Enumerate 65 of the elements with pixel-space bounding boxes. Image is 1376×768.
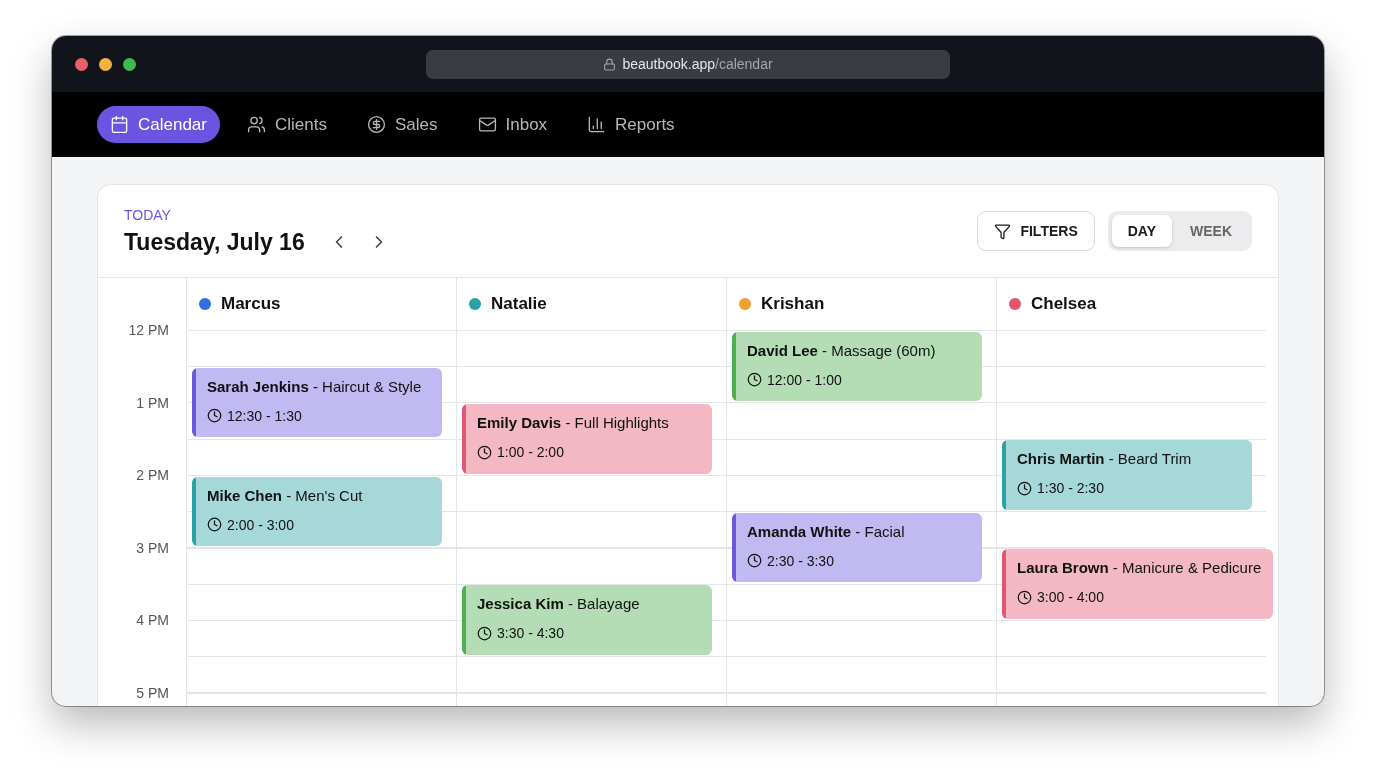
appointment-card[interactable]: David Lee - Massage (60m) 12:00 - 1:00 [732, 331, 982, 401]
clock-icon [207, 408, 222, 424]
hour-label: 5 PM [136, 684, 169, 701]
appointment-title: Emily Davis - Full Highlights [477, 414, 670, 431]
appointment-time: 3:30 - 4:30 [497, 625, 564, 642]
mail-icon [477, 115, 497, 134]
url-path: /calendar [715, 56, 773, 72]
appointment-title: Jessica Kim - Balayage [477, 595, 641, 613]
bar-chart-icon [587, 115, 607, 134]
clock-icon [207, 517, 222, 532]
clock-icon [477, 444, 492, 460]
appointment-time: 3:00 - 4:00 [1037, 589, 1104, 605]
appointment-title: Mike Chen - Men's Cut [207, 486, 364, 504]
dollar-icon [366, 115, 386, 134]
appointment-time: 1:30 - 2:30 [1037, 480, 1104, 497]
close-light[interactable] [75, 57, 88, 71]
appointment-title: Amanda White - Facial [747, 522, 906, 540]
appointment-title: Sarah Jenkins - Haircut & Style [207, 377, 423, 395]
filters-button[interactable]: FILTERS [977, 211, 1095, 251]
nav-tab[interactable]: Reports [574, 106, 688, 143]
clock-icon [747, 553, 762, 569]
appointment-card[interactable]: Laura Brown - Manicure & Pedicure 3:00 - 4:00 [1002, 549, 1274, 619]
hour-label: 1 PM [136, 394, 169, 411]
nav-tab[interactable]: Sales [353, 106, 451, 143]
staff-name: Natalie [491, 294, 547, 314]
appointment-time: 1:00 - 2:00 [497, 444, 564, 460]
lock-icon [603, 57, 617, 71]
appointment-card[interactable]: Amanda White - Facial 2:30 - 3:30 [732, 512, 982, 583]
address-bar[interactable]: beautbook.app/calendar [426, 49, 950, 79]
nav-tab[interactable]: Calendar [97, 106, 220, 143]
hour-label: 3 PM [136, 539, 169, 556]
appointment-card[interactable]: Chris Martin - Beard Trim 1:30 - 2:30 [1002, 440, 1252, 510]
today-label: TODAY [124, 206, 172, 223]
appointment-card[interactable]: Sarah Jenkins - Haircut & Style 12:30 - 1:30 [192, 367, 442, 438]
nav-tab[interactable]: Clients [234, 106, 340, 143]
clock-icon [747, 372, 762, 387]
appointment-card[interactable]: Jessica Kim - Balayage 3:30 - 4:30 [462, 585, 712, 655]
hour-label: 12 PM [128, 322, 169, 338]
users-icon [247, 115, 266, 134]
hour-label: 2 PM [136, 467, 169, 483]
hour-label: 4 PM [136, 612, 169, 628]
appointment-title: Laura Brown - Manicure & Pedicure [1017, 559, 1262, 576]
url-host: beautbook.app [622, 56, 715, 72]
filter-icon [994, 222, 1012, 240]
nav-tab[interactable]: Inbox [464, 106, 561, 143]
appointment-time: 12:30 - 1:30 [227, 407, 302, 424]
appointment-time: 12:00 - 1:00 [767, 371, 842, 388]
staff-name: Marcus [221, 294, 281, 314]
clock-icon [1017, 589, 1032, 605]
date-title: Tuesday, July 16 [124, 228, 305, 256]
appointment-card[interactable]: Emily Davis - Full Highlights 1:00 - 2:00 [462, 404, 712, 474]
view-tab[interactable]: DAY [1111, 215, 1172, 247]
appointment-title: Chris Martin - Beard Trim [1017, 450, 1193, 468]
appointment-time: 2:30 - 3:30 [767, 552, 834, 569]
appointment-card[interactable]: Mike Chen - Men's Cut 2:00 - 3:00 [192, 476, 442, 546]
view-tab[interactable]: WEEK [1174, 215, 1248, 247]
appointment-title: David Lee - Massage (60m) [747, 341, 937, 359]
clock-icon [477, 625, 492, 641]
appointment-time: 2:00 - 3:00 [227, 516, 294, 533]
zoom-light[interactable] [123, 57, 136, 71]
calendar-icon [110, 115, 129, 134]
clock-icon [1017, 480, 1032, 496]
staff-name: Krishan [761, 294, 825, 314]
minimize-light[interactable] [99, 57, 112, 71]
staff-name: Chelsea [1031, 294, 1097, 314]
